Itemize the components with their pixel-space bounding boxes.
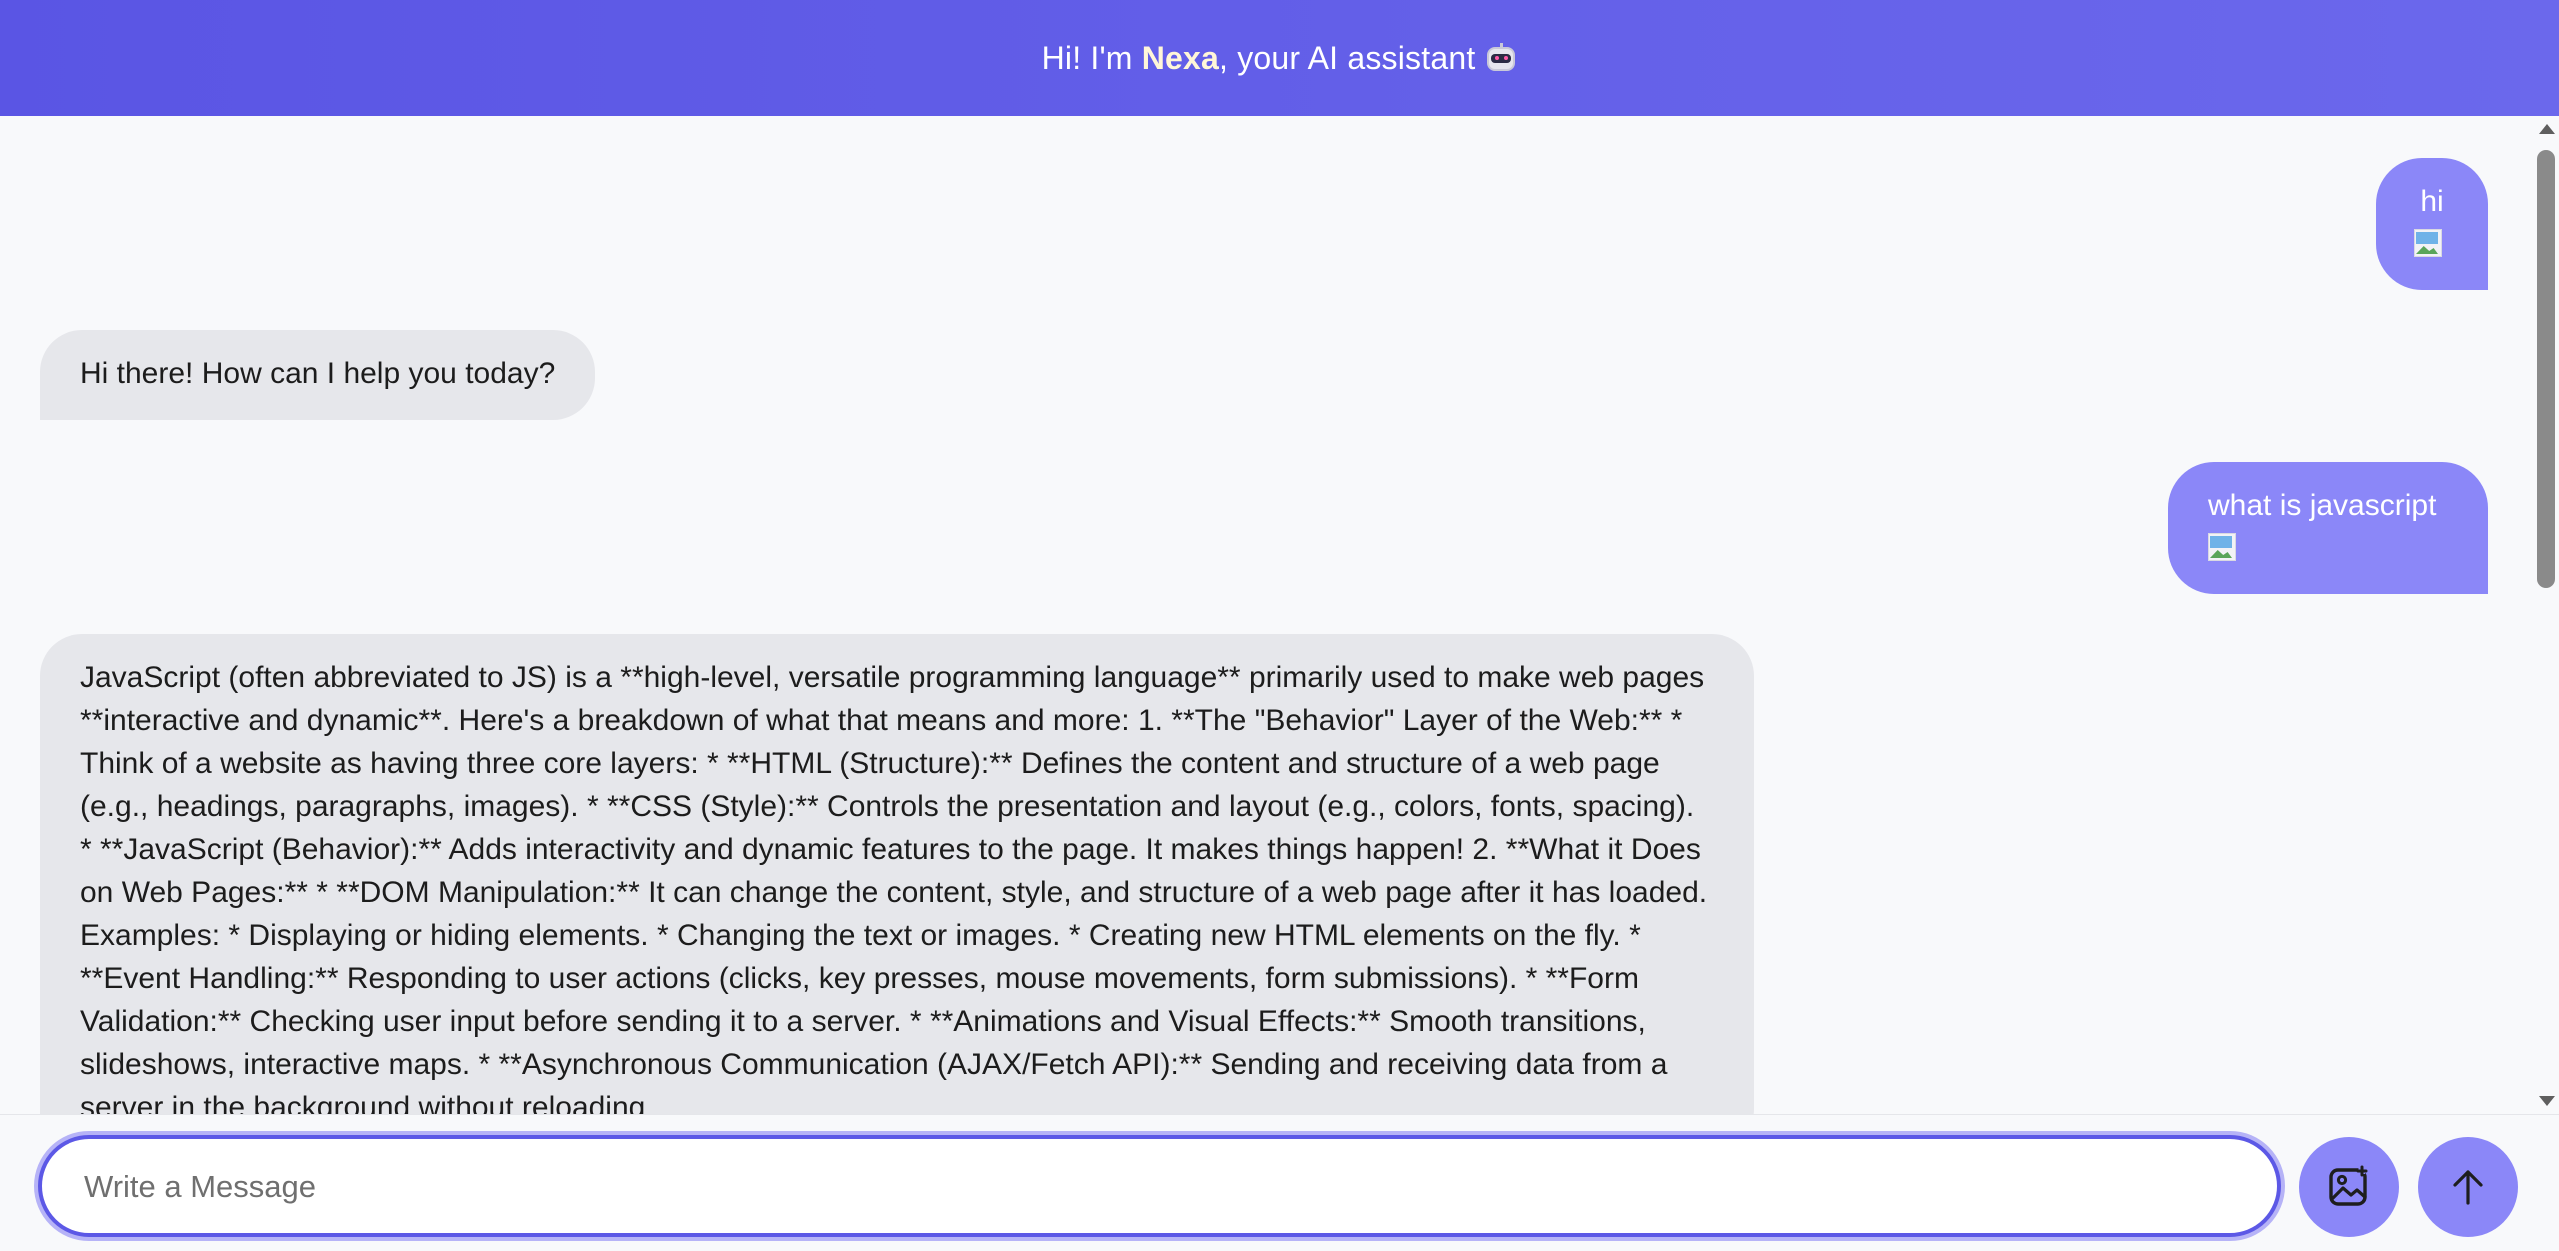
bot-message-bubble: JavaScript (often abbreviated to JS) is … xyxy=(40,634,1754,1114)
header-brand-name: Nexa xyxy=(1141,39,1220,76)
message-list-scrollbar[interactable] xyxy=(2534,116,2559,1114)
arrow-up-icon xyxy=(2453,1170,2483,1205)
user-message-bubble: what is javascript xyxy=(2168,462,2488,594)
scroll-up-arrow-icon[interactable] xyxy=(2539,124,2555,134)
attach-image-button[interactable] xyxy=(2299,1137,2399,1237)
message-row: JavaScript (often abbreviated to JS) is … xyxy=(40,634,1754,1114)
user-message-text: what is javascript xyxy=(2208,489,2437,522)
chat-header: Hi! I'm Nexa, your AI assistant xyxy=(0,0,2559,116)
chat-app: Hi! I'm Nexa, your AI assistant hi Hi th… xyxy=(0,0,2559,1251)
broken-image-icon xyxy=(2414,229,2442,257)
message-row: Hi there! How can I help you today? xyxy=(40,330,596,420)
message-input[interactable] xyxy=(82,1139,2236,1235)
message-composer xyxy=(0,1114,2559,1251)
header-prefix: Hi! I'm xyxy=(1041,39,1142,76)
message-list[interactable]: hi Hi there! How can I help you today? w… xyxy=(0,116,2534,1114)
message-row: hi xyxy=(2376,158,2488,290)
bot-message-text: Hi there! How can I help you today? xyxy=(80,357,556,390)
message-row: what is javascript xyxy=(2168,462,2488,594)
broken-image-icon xyxy=(2208,533,2236,561)
robot-icon xyxy=(1485,43,1517,73)
user-message-text: hi xyxy=(2420,185,2444,218)
bot-message-text: JavaScript (often abbreviated to JS) is … xyxy=(80,661,1708,1114)
scroll-down-arrow-icon[interactable] xyxy=(2539,1096,2555,1106)
send-button[interactable] xyxy=(2418,1137,2518,1237)
message-input-container[interactable] xyxy=(38,1135,2281,1237)
header-suffix: , your AI assistant xyxy=(1219,39,1476,76)
image-upload-icon xyxy=(2329,1165,2368,1206)
scrollbar-thumb[interactable] xyxy=(2537,150,2555,588)
bot-message-bubble: Hi there! How can I help you today? xyxy=(40,330,596,420)
user-message-bubble: hi xyxy=(2376,158,2488,290)
